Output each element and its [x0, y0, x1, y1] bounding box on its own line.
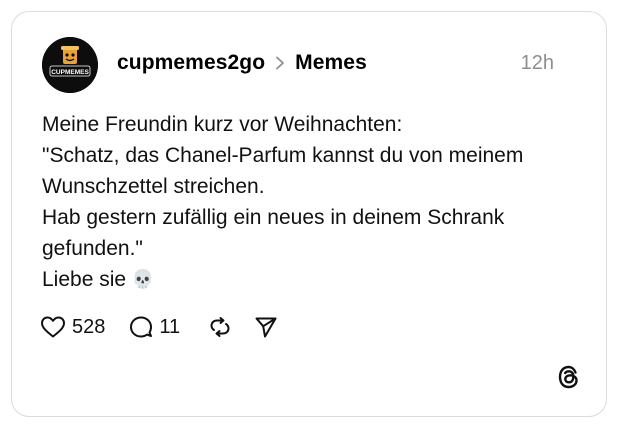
avatar-logo-icon: CUPMEMES — [42, 37, 98, 93]
community-link[interactable]: Memes — [295, 51, 367, 75]
post-text-last-line: Liebe sie 💀 — [42, 264, 587, 295]
comment-count: 11 — [159, 315, 181, 338]
post-card[interactable]: CUPMEMES cupmemes2go Memes 12h Meine Fre… — [11, 11, 607, 417]
post-text-line: Liebe sie — [42, 268, 127, 291]
chevron-right-icon — [275, 56, 285, 70]
avatar[interactable]: CUPMEMES — [42, 37, 98, 93]
avatar-text: CUPMEMES — [51, 69, 89, 76]
post-text-line: "Schatz, das Chanel-Parfum kannst du von… — [42, 144, 524, 167]
comment-icon — [130, 316, 153, 338]
post-text-line: Meine Freundin kurz vor Weihnachten: — [42, 113, 403, 136]
heart-icon — [41, 316, 65, 338]
post-text-line: Hab gestern zufällig ein neues in deinem… — [42, 206, 505, 229]
share-icon — [255, 317, 277, 338]
threads-logo-icon — [556, 364, 582, 390]
like-count: 528 — [72, 315, 106, 338]
action-bar: 528 11 — [40, 315, 278, 339]
post-text-line: Wunschzettel streichen. — [42, 175, 265, 198]
post-body: Meine Freundin kurz vor Weihnachten: "Sc… — [42, 109, 587, 295]
skull-emoji: 💀 — [131, 269, 155, 289]
post-timestamp: 12h — [520, 52, 554, 74]
post-text-line: gefunden." — [42, 237, 143, 260]
repost-icon — [210, 317, 230, 337]
username-link[interactable]: cupmemes2go — [117, 51, 265, 75]
share-button[interactable] — [254, 315, 278, 339]
repost-button[interactable] — [208, 315, 232, 339]
like-button[interactable]: 528 — [40, 315, 105, 339]
post-header: cupmemes2go Memes — [117, 51, 367, 75]
comment-button[interactable]: 11 — [129, 315, 180, 339]
